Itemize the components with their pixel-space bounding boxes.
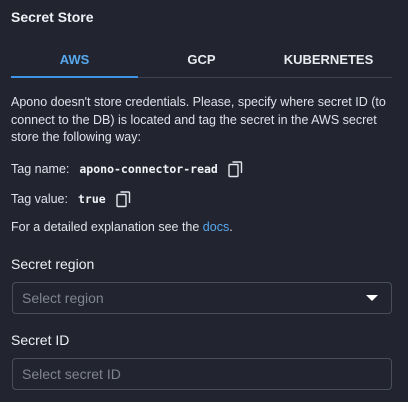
secret-region-placeholder: Select region	[22, 290, 104, 306]
explanation-suffix: .	[229, 220, 233, 234]
tag-value-value: true	[77, 192, 106, 206]
secret-region-select[interactable]: Select region	[12, 282, 392, 314]
docs-link[interactable]: docs	[203, 220, 229, 234]
section-title: Secret Store	[11, 9, 94, 25]
explanation-prefix: For a detailed explanation see the	[11, 220, 203, 234]
secret-id-input[interactable]: Select secret ID	[12, 358, 392, 390]
provider-tabs: AWS GCP KUBERNETES	[11, 48, 392, 78]
explanation-text: For a detailed explanation see the docs.	[11, 220, 233, 234]
secret-id-placeholder: Select secret ID	[22, 366, 121, 382]
tab-kubernetes[interactable]: KUBERNETES	[265, 48, 392, 77]
tag-name-value: apono-connector-read	[79, 162, 218, 176]
tag-value-label: Tag value:	[11, 192, 68, 206]
tab-gcp[interactable]: GCP	[138, 48, 265, 77]
tag-name-row: Tag name: apono-connector-read	[11, 159, 244, 179]
copy-icon[interactable]	[116, 190, 132, 208]
description-text: Apono doesn't store credentials. Please,…	[11, 95, 386, 144]
tag-value-row: Tag value: true	[11, 189, 132, 209]
tab-aws[interactable]: AWS	[11, 48, 138, 78]
secret-region-label: Secret region	[11, 256, 95, 272]
secret-id-label: Secret ID	[11, 332, 70, 348]
copy-icon[interactable]	[228, 160, 244, 178]
tag-name-label: Tag name:	[11, 162, 70, 176]
caret-down-icon[interactable]	[366, 295, 378, 301]
